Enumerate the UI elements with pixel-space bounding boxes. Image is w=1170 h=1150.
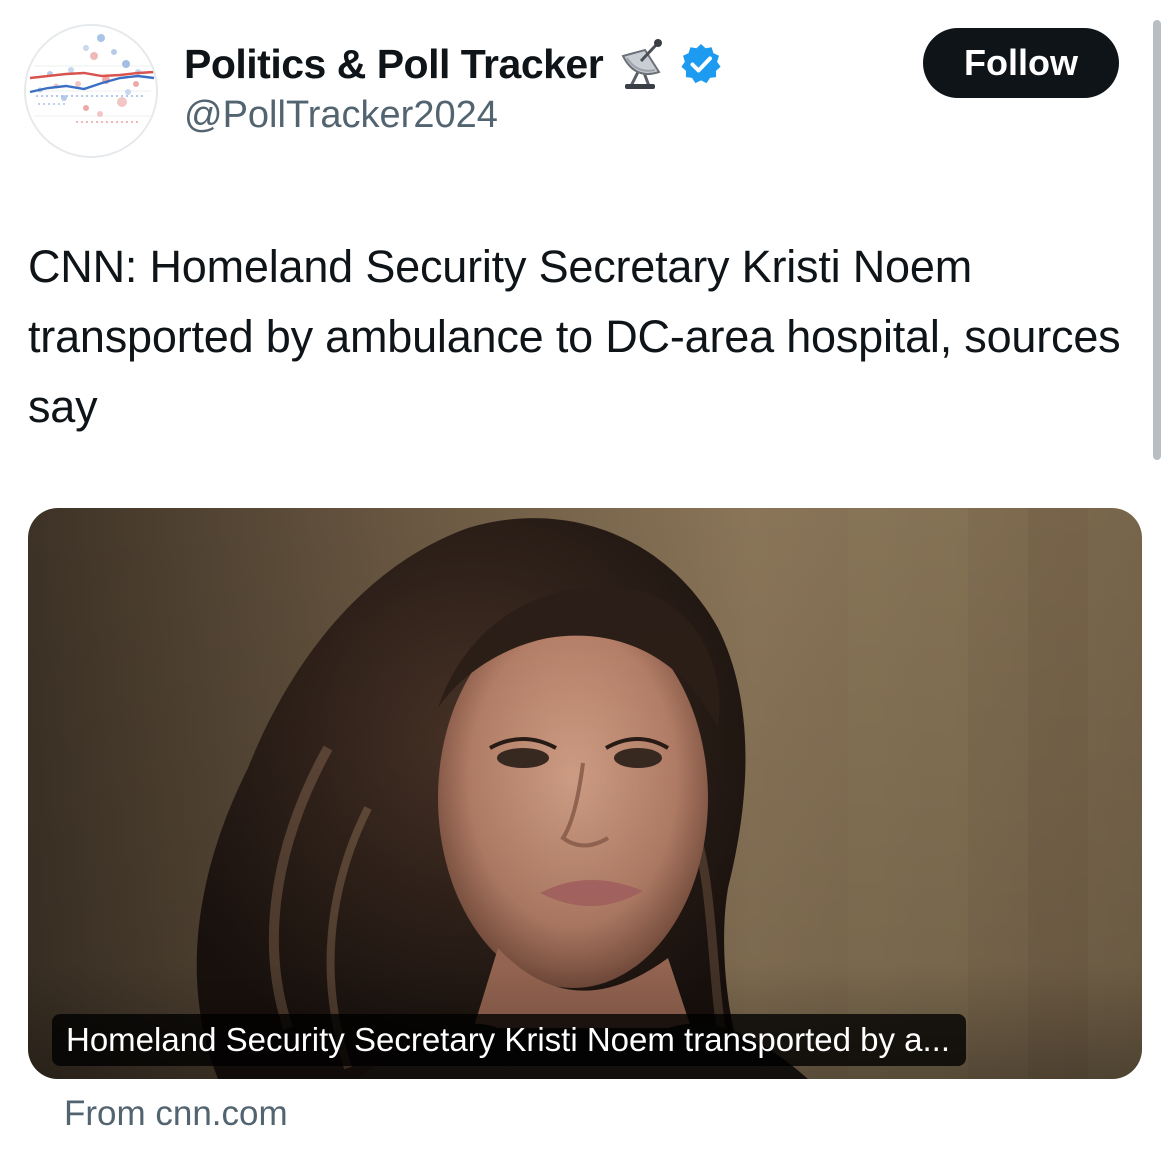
- avatar[interactable]: [24, 24, 158, 158]
- verified-badge-icon[interactable]: [679, 42, 723, 86]
- tweet-text: CNN: Homeland Security Secretary Kristi …: [28, 241, 1121, 432]
- card-caption: Homeland Security Secretary Kristi Noem …: [52, 1014, 967, 1066]
- scrollbar[interactable]: [1153, 20, 1161, 460]
- link-preview-card[interactable]: Homeland Security Secretary Kristi Noem …: [28, 508, 1142, 1079]
- author-handle[interactable]: @PollTracker2024: [184, 94, 498, 137]
- card-image: [28, 508, 1142, 1079]
- news-photo: [28, 508, 1142, 1079]
- card-source[interactable]: From cnn.com: [64, 1094, 288, 1134]
- tweet-page: Politics & Poll Tracker @PollTracker2024: [0, 0, 1170, 1150]
- poll-chart-avatar-icon: [26, 26, 156, 156]
- follow-button[interactable]: Follow: [923, 28, 1119, 98]
- satellite-antenna-icon: [621, 39, 663, 89]
- author-name-row[interactable]: Politics & Poll Tracker: [184, 36, 723, 92]
- name-icons: [615, 36, 723, 92]
- display-name[interactable]: Politics & Poll Tracker: [184, 41, 604, 88]
